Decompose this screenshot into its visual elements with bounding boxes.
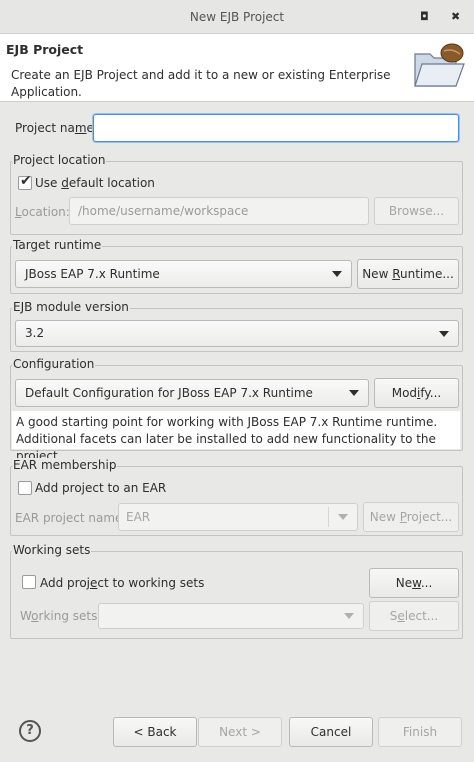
browse-button[interactable]: Browse...	[374, 197, 459, 225]
close-icon[interactable]: ✖	[451, 10, 460, 23]
ear-project-select[interactable]: EAR	[118, 503, 358, 531]
page-title: EJB Project	[6, 42, 84, 57]
use-default-location-label: Use default location	[35, 176, 155, 190]
new-ear-project-button[interactable]: New Project...	[363, 502, 459, 532]
title-bar: New EJB Project ◘ ✖	[0, 0, 474, 34]
configuration-group-label: Configuration	[12, 357, 96, 371]
working-sets-select[interactable]	[98, 603, 364, 629]
ejb-module-version-value: 3.2	[25, 326, 45, 340]
ear-project-value: EAR	[126, 510, 151, 524]
maximize-icon[interactable]: ◘	[420, 10, 429, 23]
target-runtime-value: JBoss EAP 7.x Runtime	[25, 267, 160, 281]
folder-with-bean-icon	[414, 43, 465, 87]
project-location-group-label: Project location	[12, 153, 107, 167]
working-sets-group-label: Working sets	[12, 543, 92, 557]
new-working-set-button[interactable]: New...	[369, 568, 459, 598]
dropdown-arrow-icon	[338, 514, 348, 520]
window-title: New EJB Project	[189, 10, 285, 24]
working-sets-label: Working sets:	[20, 609, 102, 623]
help-icon[interactable]: ?	[19, 720, 41, 742]
select-working-sets-button[interactable]: Select...	[369, 601, 459, 631]
dropdown-arrow-icon	[344, 613, 354, 619]
ejb-module-version-select[interactable]: 3.2	[15, 320, 459, 347]
project-name-label: Project name:	[15, 121, 98, 135]
next-button[interactable]: Next >	[198, 717, 282, 747]
wizard-banner: EJB Project Create an EJB Project and ad…	[0, 34, 474, 102]
configuration-description: A good starting point for working with J…	[12, 411, 460, 463]
location-input[interactable]: /home/username/workspace	[69, 197, 369, 225]
target-runtime-group-label: Target runtime	[12, 238, 103, 252]
new-runtime-button[interactable]: New Runtime...	[357, 259, 459, 289]
add-to-working-sets-label: Add project to working sets	[40, 576, 205, 590]
ejb-module-version-group-label: EJB module version	[12, 300, 130, 314]
project-name-input[interactable]	[93, 114, 459, 142]
finish-button[interactable]: Finish	[378, 717, 462, 747]
back-button[interactable]: < Back	[113, 717, 197, 747]
add-to-working-sets-checkbox[interactable]	[22, 575, 36, 589]
page-description: Create an EJB Project and add it to a ne…	[11, 68, 391, 99]
dropdown-arrow-icon	[439, 330, 449, 337]
add-to-ear-label: Add project to an EAR	[35, 481, 167, 495]
configuration-select[interactable]: Default Configuration for JBoss EAP 7.x …	[15, 379, 369, 407]
dropdown-arrow-icon	[349, 390, 359, 396]
combo-separator	[328, 507, 329, 527]
dropdown-arrow-icon	[332, 271, 342, 277]
modify-button[interactable]: Modify...	[374, 378, 459, 408]
ear-project-name-label: EAR project name:	[15, 511, 127, 525]
location-label: Location:	[15, 205, 70, 219]
add-to-ear-checkbox[interactable]	[18, 481, 32, 495]
configuration-value: Default Configuration for JBoss EAP 7.x …	[25, 386, 313, 400]
ear-membership-group-label: EAR membership	[12, 458, 118, 472]
target-runtime-select[interactable]: JBoss EAP 7.x Runtime	[15, 260, 352, 288]
checkmark-icon: ✔	[20, 173, 32, 189]
cancel-button[interactable]: Cancel	[289, 717, 373, 747]
use-default-location-checkbox[interactable]: ✔	[18, 173, 32, 190]
